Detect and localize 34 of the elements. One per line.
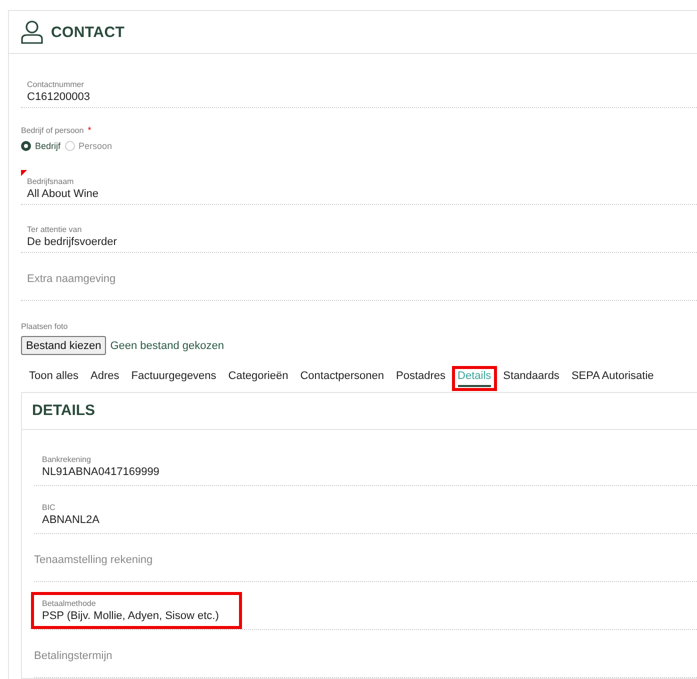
field-label: BIC	[42, 502, 56, 513]
field-value[interactable]: All About Wine	[27, 187, 697, 201]
tab[interactable]: Postadres	[390, 366, 452, 391]
field-value[interactable]: ABNANL2A	[42, 513, 100, 527]
field-label: Plaatsen foto	[21, 322, 68, 331]
field-label: Betaalmethode	[42, 598, 97, 609]
field-label: Bedrijfsnaam	[27, 176, 75, 187]
radio-button[interactable]	[21, 141, 31, 151]
radio-label[interactable]: Bedrijf	[35, 141, 61, 151]
field-placeholder[interactable]: Extra naamgeving	[27, 273, 697, 285]
section-title: DETAILS	[22, 393, 697, 430]
field-label: Bankrekening	[42, 454, 92, 465]
tab[interactable]: Factuurgegevens	[125, 366, 222, 391]
file-status: Geen bestand gekozen	[110, 340, 224, 352]
tab[interactable]: Standaards	[497, 366, 566, 391]
tab[interactable]: Contactpersonen	[294, 366, 390, 391]
tab[interactable]: Categorieën	[222, 366, 294, 391]
field-label: Ter attentie van	[27, 224, 83, 235]
page-title: CONTACT	[51, 24, 125, 40]
required-mark: *	[88, 125, 92, 135]
field-placeholder[interactable]: Tenaamstelling rekening	[34, 554, 697, 566]
tab[interactable]: Adres	[84, 366, 126, 391]
field-value[interactable]: NL91ABNA0417169999	[42, 465, 160, 479]
field-label: Contactnummer	[27, 79, 85, 90]
field-label: Bedrijf of persoon	[21, 125, 84, 136]
field-value[interactable]: De bedrijfsvoerder	[27, 235, 697, 249]
radio-label[interactable]: Persoon	[78, 141, 112, 151]
tab[interactable]: SEPA Autorisatie	[565, 366, 660, 391]
field-placeholder[interactable]: Betalingstermijn	[34, 650, 697, 662]
choose-file-button[interactable]: Bestand kiezen	[21, 336, 106, 355]
tab[interactable]: Toon alles	[23, 366, 85, 391]
field-value[interactable]: C161200003	[27, 90, 697, 104]
field-value[interactable]: PSP (Bijv. Mollie, Adyen, Sisow etc.)	[42, 609, 219, 623]
person-icon	[21, 20, 43, 44]
